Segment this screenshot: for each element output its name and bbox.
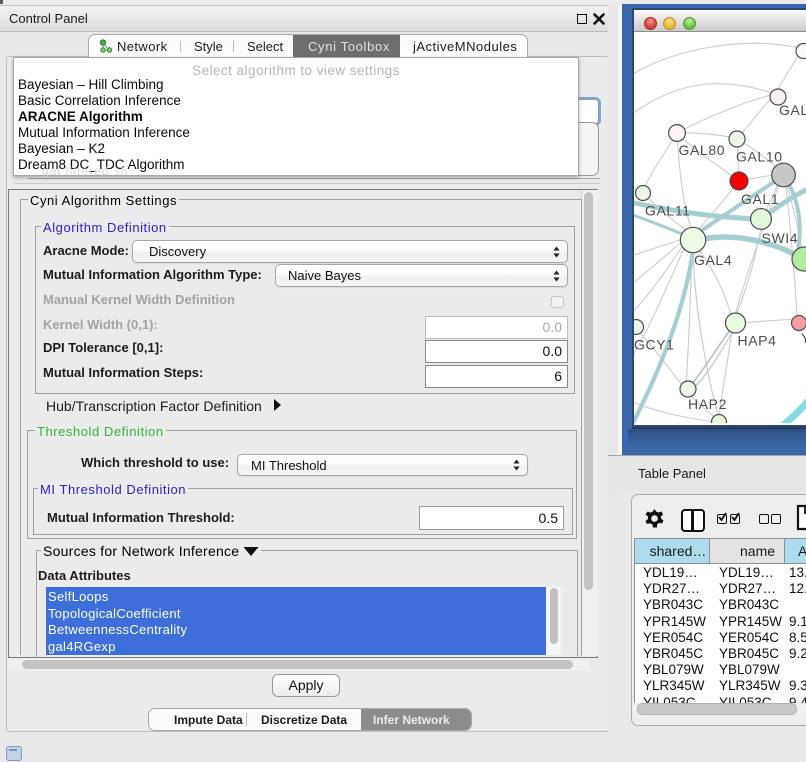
svg-text:SWI4: SWI4 [762, 230, 799, 246]
svg-text:GAL1: GAL1 [741, 191, 779, 207]
svg-text:GAL2: GAL2 [779, 102, 806, 118]
svg-text:GAL10: GAL10 [736, 149, 783, 165]
svg-text:GAL4: GAL4 [694, 252, 732, 268]
svg-text:GAL80: GAL80 [679, 142, 726, 158]
svg-text:YJL: YJL [801, 330, 806, 346]
svg-text:GCY1: GCY1 [634, 337, 675, 353]
svg-text:HAP4: HAP4 [738, 333, 777, 349]
svg-text:GAL11: GAL11 [645, 203, 691, 219]
svg-text:HAP2: HAP2 [688, 396, 727, 412]
